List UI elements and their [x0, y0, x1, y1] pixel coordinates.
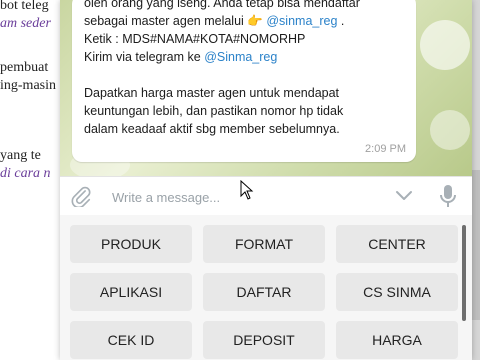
keyboard-button-daftar[interactable]: DAFTAR	[203, 273, 325, 311]
message-line: sebagai master agen melalui 👉 @sinma_reg…	[84, 14, 345, 28]
keyboard-button-center[interactable]: CENTER	[336, 225, 458, 263]
keyboard-button-produk[interactable]: PRODUK	[70, 225, 192, 263]
keyboard-button-harga[interactable]: HARGA	[336, 321, 458, 359]
message-line: Ketik : MDS#NAMA#KOTA#NOMORHP	[84, 32, 306, 46]
message-line: oleh orang yang iseng. Anda tetap bisa m…	[84, 0, 360, 10]
message-line: Dapatkan harga master agen untuk mendapa…	[84, 86, 340, 100]
doc-line: yang te	[0, 148, 41, 163]
message-line: keuntungan lebih, dan pastikan nomor hp …	[84, 104, 344, 118]
message-timestamp: 2:09 PM	[365, 143, 406, 155]
keyboard-button-aplikasi[interactable]: APLIKASI	[70, 273, 192, 311]
mouse-cursor-icon	[240, 180, 254, 200]
telegram-chat-panel: oleh orang yang iseng. Anda tetap bisa m…	[60, 0, 472, 360]
message-bubble: oleh orang yang iseng. Anda tetap bisa m…	[72, 0, 416, 162]
message-line: dalam keadaaf aktif sbg member sebelumny…	[84, 122, 340, 136]
message-line: Kirim via telegram ke @Sinma_reg	[84, 50, 278, 64]
bot-keyboard: PRODUK FORMAT CENTER APLIKASI DAFTAR CS …	[60, 215, 472, 360]
doc-link[interactable]: di cara n	[0, 166, 51, 182]
keyboard-button-format[interactable]: FORMAT	[203, 225, 325, 263]
keyboard-button-deposit[interactable]: DEPOSIT	[203, 321, 325, 359]
message-input[interactable]	[110, 187, 354, 207]
paperclip-icon[interactable]	[70, 185, 92, 207]
doc-line: pembuat	[0, 60, 49, 75]
doc-line: bot teleg	[0, 0, 49, 13]
keyboard-button-cek-id[interactable]: CEK ID	[70, 321, 192, 359]
pointing-hand-icon: 👉	[247, 14, 263, 28]
chat-background: oleh orang yang iseng. Anda tetap bisa m…	[60, 0, 472, 176]
mention-link[interactable]: @sinma_reg	[266, 14, 337, 28]
keyboard-button-cs-sinma[interactable]: CS SINMA	[336, 273, 458, 311]
doc-link[interactable]: am seder	[0, 16, 51, 32]
doc-line: ing-masin	[0, 78, 56, 93]
mention-link[interactable]: @Sinma_reg	[204, 50, 277, 64]
message-composer	[60, 176, 472, 216]
keyboard-scrollbar[interactable]	[462, 225, 466, 321]
chevron-down-icon[interactable]	[394, 187, 414, 205]
microphone-icon[interactable]	[438, 184, 458, 208]
